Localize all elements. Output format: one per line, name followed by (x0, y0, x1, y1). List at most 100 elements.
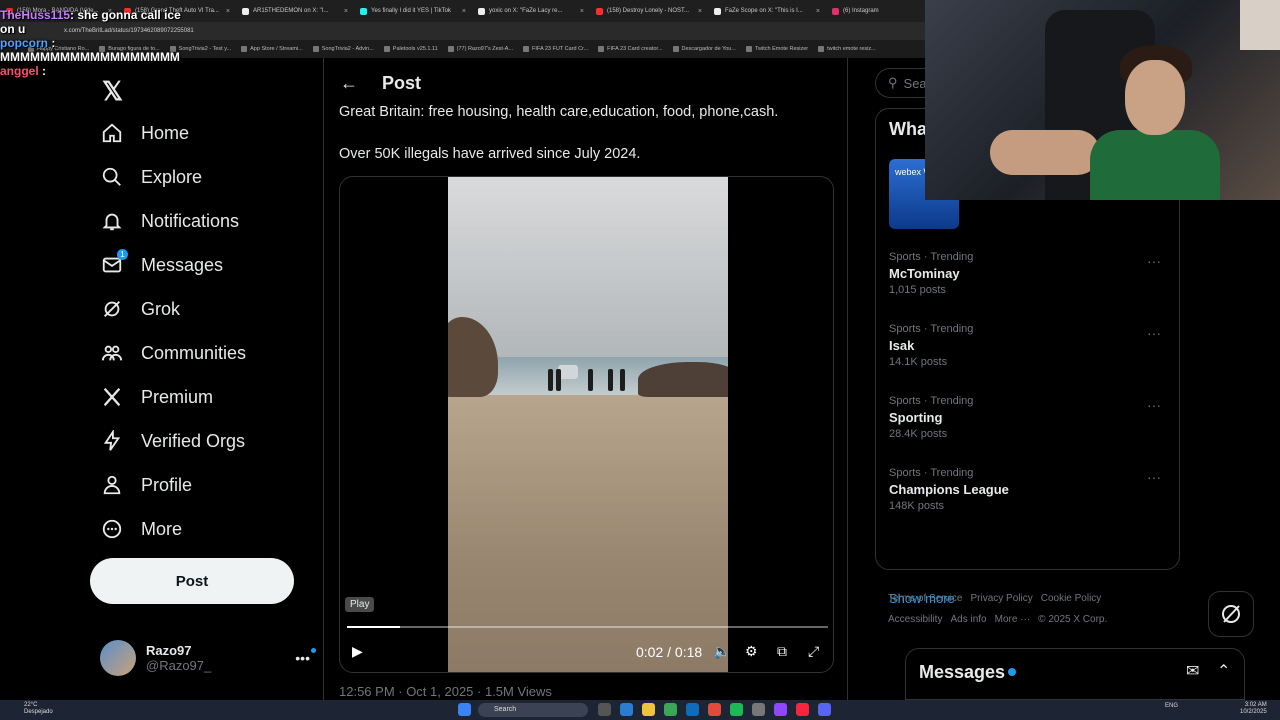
lightning-icon (100, 429, 124, 453)
volume-icon[interactable]: 🔈 (713, 643, 730, 660)
trend-item[interactable]: Sports · Trending Champions League 148K po… (889, 467, 1169, 527)
bookmark-item[interactable]: FIFA 23 Card creator... (598, 46, 663, 52)
x-premium-icon (100, 385, 124, 409)
nav-item-premium[interactable]: Premium (100, 382, 213, 412)
trend-item[interactable]: Sports · Trending Isak 14.1K posts ··· (889, 323, 1169, 383)
weather-widget[interactable]: 22°C Despejado (24, 702, 53, 716)
bookmark-item[interactable]: twitch emote resiz... (818, 46, 876, 52)
grok-button[interactable] (1208, 591, 1254, 637)
nav-item-label: Premium (141, 386, 214, 407)
post-button[interactable]: Post (90, 558, 294, 604)
messages-drawer[interactable]: Messages ✉ ⌃ (905, 648, 1245, 700)
browser-tab[interactable]: Yes finally I did it YES | TikTok × (354, 0, 472, 22)
nav-item-more[interactable]: More (100, 514, 182, 544)
music-icon[interactable] (796, 703, 809, 716)
nav-item-label: Grok (141, 298, 181, 319)
picture-in-picture-icon[interactable]: ⧉ (777, 643, 787, 660)
chat-text: on u (0, 22, 26, 36)
account-switcher[interactable]: Razo97 @Razo97_ ••• (100, 638, 316, 678)
footer-link[interactable]: © 2025 X Corp. (1038, 614, 1107, 625)
spotify-icon[interactable] (730, 703, 743, 716)
account-handle: @Razo97_ (146, 658, 212, 673)
nav-item-label: Explore (141, 166, 203, 187)
x-logo[interactable]: 𝕏 (102, 76, 123, 107)
footer-link[interactable]: More ··· (995, 614, 1031, 625)
close-icon[interactable]: × (462, 8, 466, 15)
tab-favicon-icon (832, 7, 839, 15)
bookmark-label: Paletools v25.1.11 (392, 46, 438, 52)
bookmark-label: Descargador de You... (681, 46, 736, 52)
play-icon[interactable]: ▶ (352, 643, 363, 660)
nav-item-home[interactable]: Home (100, 118, 189, 148)
chat-username: TheHuss115 (0, 8, 71, 22)
bookmark-item[interactable]: Twitch Emote Resizer (745, 46, 808, 52)
bookmark-icon (598, 46, 605, 52)
video-player[interactable]: Play ▶ 0:02 / 0:18 🔈 ⚙ ⧉ ⤢ (339, 176, 834, 673)
nav-item-verified-orgs[interactable]: Verified Orgs (100, 426, 245, 456)
more-dots-icon[interactable]: ··· (1147, 253, 1161, 269)
more-dots-icon[interactable]: ••• (295, 648, 316, 666)
clock-date: 10/2/2025 (1240, 709, 1267, 715)
browser-tab[interactable]: (158) Destroy Lonely - NOST... × (590, 0, 708, 22)
browser-tab[interactable]: yoxic on X: "FaZe Lacy re... × (472, 0, 590, 22)
trend-item[interactable]: Sports · Trending McTominay 1,015 posts ··· (889, 251, 1169, 311)
discord-icon[interactable] (818, 703, 831, 716)
more-dots-icon[interactable]: ··· (1147, 325, 1161, 341)
back-arrow-icon[interactable]: ← (340, 73, 358, 94)
fullscreen-icon[interactable]: ⤢ (808, 643, 819, 660)
app-icon[interactable] (752, 703, 765, 716)
bookmark-label: (77) Razo97's Zest-A... (456, 46, 514, 52)
video-progress-bar[interactable] (347, 626, 828, 628)
footer-link[interactable]: Ads info (950, 614, 986, 625)
nav-item-notifications[interactable]: Notifications (100, 206, 239, 236)
footer-link[interactable]: Cookie Policy (1041, 593, 1102, 604)
close-icon[interactable]: × (580, 8, 584, 15)
folder-icon[interactable] (642, 703, 655, 716)
trend-post-count: 28.4K posts (889, 428, 948, 440)
browser-tab[interactable]: FaZe Scope on X: "This is I... × (708, 0, 826, 22)
video-person (608, 369, 613, 391)
twitch-icon[interactable] (774, 703, 787, 716)
close-icon[interactable]: × (344, 8, 348, 15)
nav-item-explore[interactable]: Explore (100, 162, 202, 192)
clock[interactable]: 3:02 AM 10/2/2025 (1240, 702, 1267, 716)
settings-gear-icon[interactable]: ⚙ (745, 643, 758, 660)
store-icon[interactable] (664, 703, 677, 716)
video-frame[interactable] (448, 177, 728, 672)
chrome-icon[interactable] (708, 703, 721, 716)
more-dots-icon[interactable]: ··· (1147, 469, 1161, 485)
bookmark-item[interactable]: FIFA 23 FUT Card Cr... (523, 46, 588, 52)
bookmark-item[interactable]: SongTrivia2 - Advin... (312, 46, 374, 52)
footer-link[interactable]: Privacy Policy (970, 593, 1032, 604)
bookmark-item[interactable]: Paletools v25.1.11 (383, 46, 438, 52)
mail-icon[interactable] (686, 703, 699, 716)
nav-item-profile[interactable]: Profile (100, 470, 192, 500)
tab-favicon-icon (478, 7, 485, 15)
trend-name: Sporting (889, 410, 943, 425)
new-message-icon[interactable]: ✉ (1186, 661, 1199, 681)
footer-link[interactable]: Accessibility (888, 614, 942, 625)
nav-item-messages[interactable]: 1 Messages (100, 249, 223, 280)
unread-dot (1008, 668, 1016, 676)
trend-item[interactable]: Sports · Trending Sporting 28.4K posts ··· (889, 395, 1169, 455)
video-sand (448, 395, 728, 672)
expand-up-icon[interactable]: ⌃ (1217, 661, 1230, 681)
close-icon[interactable]: × (698, 8, 702, 15)
footer-link[interactable]: Terms of Service (888, 593, 962, 604)
more-dots-icon[interactable]: ··· (1147, 397, 1161, 413)
system-tray[interactable]: ENG (1165, 703, 1178, 709)
browser-tab[interactable]: (6) Instagram× (826, 0, 925, 22)
taskbar-search[interactable]: Search (478, 703, 588, 717)
tab-favicon-icon (596, 7, 603, 15)
nav-item-communities[interactable]: Communities (100, 338, 246, 368)
task-view-icon[interactable] (598, 703, 611, 716)
language-indicator: ENG (1165, 703, 1179, 709)
grok-icon (100, 297, 124, 321)
bookmark-item[interactable]: (77) Razo97's Zest-A... (447, 46, 514, 52)
start-icon[interactable] (458, 703, 471, 716)
edge-icon[interactable] (620, 703, 633, 716)
bookmark-label: twitch emote resiz... (827, 46, 876, 52)
nav-item-grok[interactable]: Grok (100, 294, 180, 324)
close-icon[interactable]: × (816, 8, 820, 15)
bookmark-item[interactable]: Descargador de You... (672, 46, 736, 52)
